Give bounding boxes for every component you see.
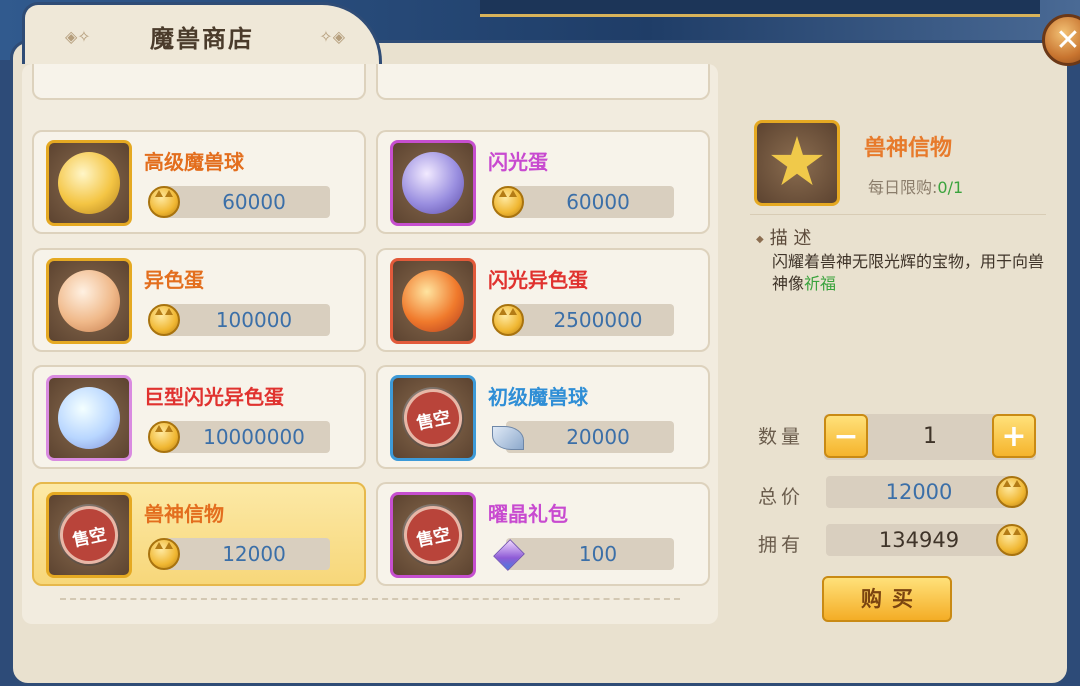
shop-item-card[interactable]: 售空 曜晶礼包 100 bbox=[376, 482, 710, 586]
item-icon bbox=[46, 140, 132, 226]
item-icon: 售空 bbox=[46, 492, 132, 578]
sold-out-stamp: 售空 bbox=[398, 383, 468, 453]
item-icon bbox=[390, 140, 476, 226]
item-name: 巨型闪光异色蛋 bbox=[144, 385, 284, 409]
item-icon bbox=[46, 258, 132, 344]
item-price-value: 60000 bbox=[222, 190, 286, 214]
shop-item-card[interactable]: 高级魔兽球 60000 bbox=[32, 130, 366, 234]
crystal-icon bbox=[492, 538, 525, 571]
leaf-icon bbox=[492, 421, 524, 453]
star-emblem-icon bbox=[771, 136, 823, 186]
item-name: 闪光异色蛋 bbox=[488, 268, 588, 292]
item-name: 曜晶礼包 bbox=[488, 502, 568, 526]
sold-out-stamp: 售空 bbox=[398, 500, 468, 570]
cat-coin-icon bbox=[148, 421, 180, 453]
cat-coin-icon bbox=[492, 186, 524, 218]
owned-coin-icon bbox=[996, 524, 1028, 556]
detail-item-icon bbox=[754, 120, 840, 206]
shop-item-card[interactable]: 异色蛋 100000 bbox=[32, 248, 366, 352]
description-highlight: 祈福 bbox=[804, 274, 837, 293]
item-orb-icon bbox=[402, 270, 464, 332]
cat-coin-icon bbox=[492, 304, 524, 336]
item-price-value: 100 bbox=[578, 542, 618, 566]
buy-button[interactable]: 购买 bbox=[822, 576, 952, 622]
item-name: 高级魔兽球 bbox=[144, 150, 244, 174]
shop-title-tab: ◈✧ 魔兽商店 ✧◈ bbox=[22, 2, 382, 64]
detail-divider bbox=[750, 214, 1046, 215]
quantity-label: 数量 bbox=[758, 426, 805, 448]
item-icon: 售空 bbox=[390, 375, 476, 461]
detail-item-name: 兽神信物 bbox=[864, 136, 953, 161]
description-text: 闪耀着兽神无限光辉的宝物，用于向兽神像祈福 bbox=[772, 251, 1046, 295]
shop-item-card[interactable]: 巨型闪光异色蛋 10000000 bbox=[32, 365, 366, 469]
background-strip bbox=[480, 0, 1040, 17]
total-label: 总价 bbox=[758, 486, 805, 508]
total-price: 12000 bbox=[826, 476, 1012, 508]
daily-limit-value: 0/1 bbox=[937, 178, 964, 197]
item-price: 10000000 bbox=[162, 421, 330, 453]
item-name: 闪光蛋 bbox=[488, 150, 548, 174]
shop-item-card[interactable]: 售空 兽神信物 12000 bbox=[32, 482, 366, 586]
total-coin-icon bbox=[996, 476, 1028, 508]
item-orb-icon bbox=[58, 270, 120, 332]
sold-out-stamp: 售空 bbox=[54, 500, 124, 570]
item-orb-icon bbox=[402, 152, 464, 214]
ornament-right-icon: ✧◈ bbox=[319, 27, 345, 46]
item-name: 初级魔兽球 bbox=[488, 385, 588, 409]
item-icon bbox=[46, 375, 132, 461]
item-icon: 售空 bbox=[390, 492, 476, 578]
item-price: 60000 bbox=[162, 186, 330, 218]
item-detail-panel: 兽神信物 每日限购:0/1 描 述 闪耀着兽神无限光辉的宝物，用于向兽神像祈福 … bbox=[728, 64, 1058, 668]
daily-limit: 每日限购:0/1 bbox=[868, 174, 963, 198]
item-price-value: 10000000 bbox=[203, 425, 305, 449]
list-divider bbox=[60, 598, 680, 600]
cat-coin-icon bbox=[148, 186, 180, 218]
quantity-stepper: − 1 + bbox=[824, 414, 1036, 460]
cat-coin-icon bbox=[148, 304, 180, 336]
item-name: 兽神信物 bbox=[144, 502, 224, 526]
item-price: 20000 bbox=[506, 421, 674, 453]
item-icon bbox=[390, 258, 476, 344]
item-price-value: 2500000 bbox=[553, 308, 643, 332]
item-orb-icon bbox=[58, 387, 120, 449]
item-orb-icon bbox=[58, 152, 120, 214]
owned-amount: 134949 bbox=[826, 524, 1012, 556]
shop-item-card[interactable]: 闪光蛋 60000 bbox=[376, 130, 710, 234]
shop-item-card[interactable]: 闪光异色蛋 2500000 bbox=[376, 248, 710, 352]
item-price-value: 20000 bbox=[566, 425, 630, 449]
minus-button[interactable]: − bbox=[824, 414, 868, 458]
quantity-value[interactable]: 1 bbox=[868, 414, 992, 460]
daily-limit-label: 每日限购: bbox=[868, 178, 938, 197]
list-item-partial[interactable] bbox=[376, 64, 710, 100]
cat-coin-icon bbox=[148, 538, 180, 570]
plus-button[interactable]: + bbox=[992, 414, 1036, 458]
owned-label: 拥有 bbox=[758, 534, 805, 556]
item-price: 12000 bbox=[162, 538, 330, 570]
item-price: 100000 bbox=[162, 304, 330, 336]
description-label: 描 述 bbox=[756, 224, 812, 250]
shop-item-card[interactable]: 售空 初级魔兽球 20000 bbox=[376, 365, 710, 469]
item-price-value: 60000 bbox=[566, 190, 630, 214]
item-price: 60000 bbox=[506, 186, 674, 218]
item-price-value: 12000 bbox=[222, 542, 286, 566]
item-price-value: 100000 bbox=[215, 308, 293, 332]
item-price: 100 bbox=[506, 538, 674, 570]
list-item-partial[interactable] bbox=[32, 64, 366, 100]
item-name: 异色蛋 bbox=[144, 268, 204, 292]
item-price: 2500000 bbox=[506, 304, 674, 336]
